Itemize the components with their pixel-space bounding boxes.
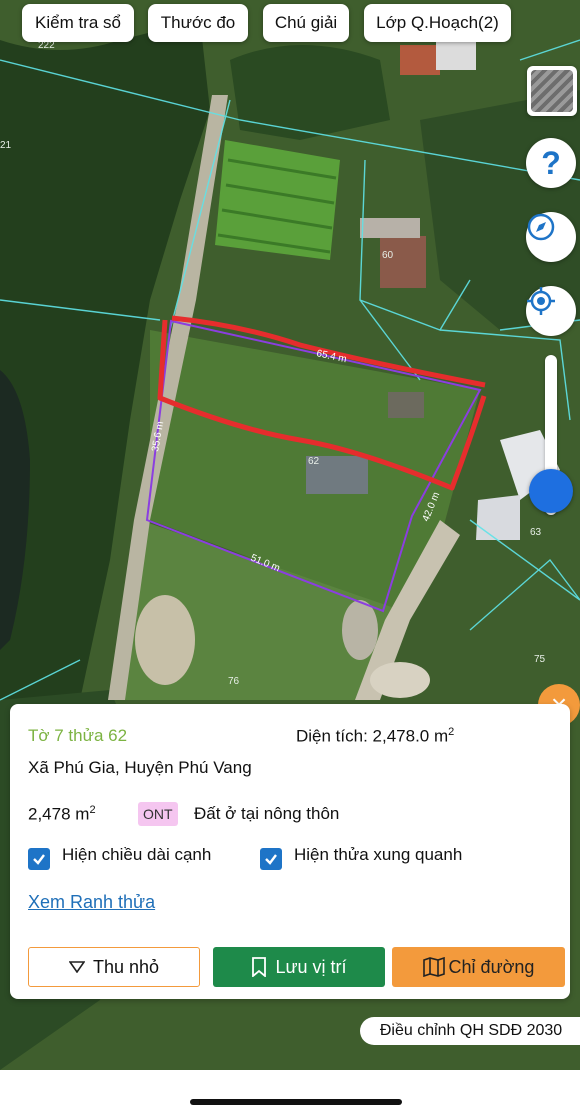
zoom-slider-thumb[interactable]	[529, 469, 573, 513]
locate-icon	[527, 287, 555, 315]
home-indicator[interactable]	[190, 1099, 402, 1105]
layer-thumbnail-icon	[531, 70, 573, 112]
edge-length-checkbox[interactable]	[28, 848, 50, 870]
compass-icon	[527, 213, 555, 241]
save-location-button[interactable]: Lưu vị trí	[213, 947, 385, 987]
parcel-title: Tờ 7 thửa 62	[28, 726, 128, 745]
parcel-number: 21	[0, 140, 12, 151]
parcel-number: 60	[382, 250, 394, 261]
save-location-label: Lưu vị trí	[275, 956, 347, 977]
area-short-sup: 2	[89, 804, 96, 816]
planning-badge: Điều chỉnh QH SDĐ 2030	[360, 1017, 580, 1045]
parcel-info-panel: Tờ 7 thửa 62 Diện tích: 2,478.0 m2 Xã Ph…	[10, 704, 570, 999]
compass-button[interactable]	[526, 212, 576, 262]
layer-thumbnail-button[interactable]	[527, 66, 577, 116]
check-book-button[interactable]: Kiểm tra sổ	[22, 4, 134, 42]
directions-button[interactable]: Chỉ đường	[392, 947, 565, 987]
collapse-button[interactable]: Thu nhỏ	[28, 947, 200, 987]
land-code-badge: ONT	[138, 802, 178, 826]
view-boundary-link[interactable]: Xem Ranh thửa	[28, 892, 155, 913]
legend-button[interactable]: Chú giải	[263, 4, 349, 42]
locate-button[interactable]	[526, 286, 576, 336]
nearby-parcels-checkbox[interactable]	[260, 848, 282, 870]
edge-length-label[interactable]: Hiện chiều dài cạnh	[62, 845, 211, 865]
nearby-parcels-label[interactable]: Hiện thửa xung quanh	[294, 845, 462, 865]
ruler-button[interactable]: Thước đo	[148, 4, 248, 42]
area-unit-sup: 2	[448, 726, 455, 738]
check-icon	[33, 854, 45, 865]
parcel-number: 75	[534, 654, 546, 665]
area-value: Diện tích: 2,478.0 m2	[296, 726, 454, 747]
area-label: Diện tích: 2,478.0 m	[296, 726, 449, 746]
map-icon	[422, 957, 445, 977]
help-icon: ?	[541, 144, 561, 181]
check-icon	[265, 854, 277, 865]
area-short-label: 2,478 m	[28, 804, 90, 824]
triangle-down-icon	[68, 961, 85, 973]
land-use-type: Đất ở tại nông thôn	[194, 804, 340, 823]
help-button[interactable]: ?	[526, 138, 576, 188]
bookmark-icon	[252, 957, 267, 977]
parcel-number: 63	[530, 527, 542, 538]
parcel-number: 76	[228, 676, 240, 687]
planning-layer-button[interactable]: Lớp Q.Hoạch(2)	[364, 4, 511, 42]
address: Xã Phú Gia, Huyện Phú Vang	[28, 758, 252, 777]
parcel-number: 62	[308, 456, 320, 467]
directions-label: Chỉ đường	[448, 956, 535, 977]
area-short: 2,478 m2	[28, 804, 96, 825]
collapse-label: Thu nhỏ	[92, 956, 160, 977]
